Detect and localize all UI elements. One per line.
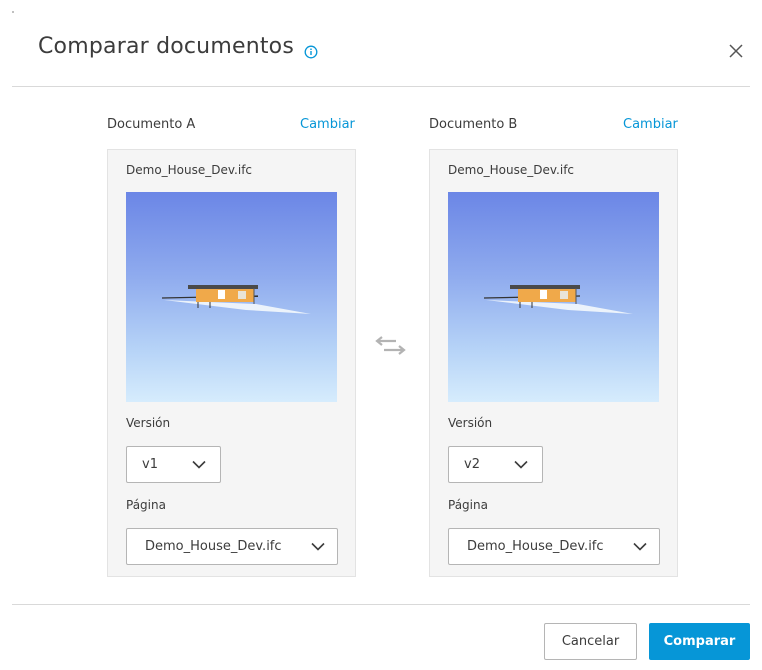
page-label-a: Página [126, 498, 166, 512]
compare-documents-dialog: Comparar documentos Documento A Cambiar … [0, 0, 762, 670]
dialog-title-text: Comparar documentos [38, 34, 294, 59]
close-icon[interactable] [725, 40, 747, 62]
house-model-preview [483, 285, 633, 314]
chevron-down-icon [192, 460, 206, 469]
version-label-b: Versión [448, 416, 493, 430]
document-a-panel: Demo_House_Dev.ifc Versión v1 Página Dem… [107, 149, 356, 577]
house-model-preview [161, 285, 311, 314]
info-icon[interactable] [304, 40, 318, 58]
page-select-a[interactable]: Demo_House_Dev.ifc [126, 528, 338, 565]
page-select-b[interactable]: Demo_House_Dev.ifc [448, 528, 660, 565]
footer-divider [12, 604, 750, 605]
document-a-thumbnail [126, 192, 337, 402]
change-document-a-link[interactable]: Cambiar [300, 117, 355, 132]
document-b-header: Documento B [429, 117, 518, 132]
document-b-panel: Demo_House_Dev.ifc Versión v2 Página Dem… [429, 149, 678, 577]
document-a-filename: Demo_House_Dev.ifc [126, 163, 253, 177]
version-value-b: v2 [464, 457, 480, 472]
page-value-b: Demo_House_Dev.ifc [467, 539, 604, 554]
compare-button[interactable]: Comparar [649, 623, 750, 660]
document-b-filename: Demo_House_Dev.ifc [448, 163, 575, 177]
page-value-a: Demo_House_Dev.ifc [145, 539, 282, 554]
version-label-a: Versión [126, 416, 171, 430]
change-document-b-link[interactable]: Cambiar [623, 117, 678, 132]
document-b-thumbnail [448, 192, 659, 402]
chevron-down-icon [633, 542, 647, 551]
header-divider [12, 86, 750, 87]
swap-arrows-icon[interactable] [372, 335, 410, 357]
corner-mark [12, 11, 14, 13]
cancel-button[interactable]: Cancelar [544, 623, 637, 660]
dialog-title: Comparar documentos [38, 34, 318, 59]
version-select-a[interactable]: v1 [126, 446, 221, 483]
chevron-down-icon [514, 460, 528, 469]
version-select-b[interactable]: v2 [448, 446, 543, 483]
chevron-down-icon [311, 542, 325, 551]
document-a-header: Documento A [107, 117, 196, 132]
page-label-b: Página [448, 498, 488, 512]
version-value-a: v1 [142, 457, 158, 472]
